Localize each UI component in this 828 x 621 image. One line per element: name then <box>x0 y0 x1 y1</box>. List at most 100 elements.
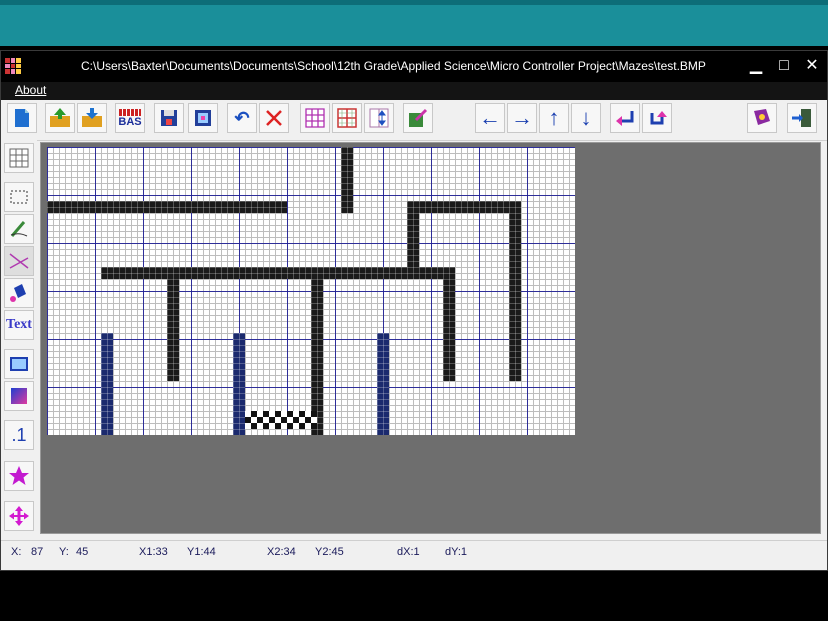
undo-button[interactable]: ↶ <box>227 103 257 133</box>
new-file-icon <box>15 109 29 127</box>
selection-rect-icon <box>10 190 28 204</box>
maze-wall <box>47 201 287 213</box>
help-book-icon <box>754 109 770 125</box>
window-title: C:\Users\Baxter\Documents\Documents\Scho… <box>81 59 706 73</box>
help-book-button[interactable] <box>747 103 777 133</box>
open-up-button[interactable] <box>45 103 75 133</box>
arrow-right-icon: → <box>511 105 533 130</box>
clear-cross-icon <box>266 110 282 126</box>
bas-label: BAS <box>118 115 142 128</box>
toolbar: BAS ↶ ← → ↑ ↓ <box>1 100 827 141</box>
move-tool[interactable] <box>4 501 34 531</box>
maze-finish <box>245 411 317 429</box>
minimize-button[interactable]: ▁ <box>745 55 767 77</box>
status-y1: Y1:44 <box>187 546 216 558</box>
menu-about[interactable]: About <box>15 83 46 97</box>
rectangle-tool[interactable] <box>4 349 34 379</box>
tool-palette: Text .1 <box>1 140 37 540</box>
edit-button[interactable] <box>403 103 433 133</box>
maze-wall <box>101 267 455 279</box>
app-icon <box>5 58 21 74</box>
maze-wall <box>407 201 521 213</box>
dot-tool[interactable]: .1 <box>4 420 34 450</box>
app-window: C:\Users\Baxter\Documents\Documents\Scho… <box>0 50 828 571</box>
select-tool[interactable] <box>4 182 34 212</box>
grid-a-button[interactable] <box>300 103 330 133</box>
status-x-label: X: <box>11 546 22 558</box>
resize-grid-icon <box>369 108 389 128</box>
maze-wall <box>311 267 323 435</box>
bas-export-button[interactable]: BAS <box>115 103 145 133</box>
star-icon <box>9 466 29 485</box>
status-x2: X2:34 <box>267 546 296 558</box>
rotate-right-icon <box>650 111 667 125</box>
maze-wall <box>233 333 245 435</box>
grid-b-button[interactable] <box>332 103 362 133</box>
grid-major-icon <box>337 108 357 128</box>
open-folder-button[interactable] <box>77 103 107 133</box>
save-b-button[interactable] <box>188 103 218 133</box>
maze-grid[interactable] <box>47 147 575 435</box>
status-y2: Y2:45 <box>315 546 344 558</box>
clear-button[interactable] <box>259 103 289 133</box>
text-tool-label: Text <box>6 317 32 332</box>
menu-bar: About <box>1 82 827 100</box>
grid-c-button[interactable] <box>364 103 394 133</box>
grid-tool[interactable] <box>4 143 34 173</box>
shift-left-button[interactable]: ← <box>475 103 505 133</box>
gradient-icon <box>11 388 27 404</box>
status-y-label: Y: <box>59 546 69 558</box>
undo-icon: ↶ <box>234 107 250 128</box>
title-bar[interactable]: C:\Users\Baxter\Documents\Documents\Scho… <box>1 51 827 82</box>
status-dy: dY:1 <box>445 546 468 558</box>
save-a-button[interactable] <box>154 103 184 133</box>
exit-door-icon <box>792 109 811 127</box>
shift-right-button[interactable]: → <box>507 103 537 133</box>
folder-up-icon <box>50 108 70 127</box>
status-y-value: 45 <box>76 546 89 558</box>
rotate-right-button[interactable] <box>642 103 672 133</box>
maze-wall <box>101 333 113 435</box>
folder-down-icon <box>82 108 102 127</box>
maze-wall <box>341 147 353 213</box>
save-as-icon <box>195 110 211 126</box>
maze-wall <box>167 267 179 381</box>
rotate-left-button[interactable] <box>610 103 640 133</box>
desktop-stripe <box>0 0 828 5</box>
pencil-icon <box>10 221 28 237</box>
close-button[interactable]: ✕ <box>801 55 823 77</box>
arrow-left-icon: ← <box>479 105 501 130</box>
freehand-tool[interactable] <box>4 214 34 244</box>
line-tool[interactable] <box>4 246 34 276</box>
dot-tool-label: .1 <box>11 424 27 445</box>
move-arrows-icon <box>9 506 29 526</box>
maze-wall <box>377 333 389 435</box>
maze-wall <box>407 201 419 273</box>
new-file-button[interactable] <box>7 103 37 133</box>
gradient-tool[interactable] <box>4 381 34 411</box>
edit-pencil-icon <box>409 108 428 127</box>
star-tool[interactable] <box>4 461 34 491</box>
arrow-up-icon: ↑ <box>548 105 560 130</box>
fill-tool[interactable] <box>4 278 34 308</box>
status-x-value: 87 <box>31 546 44 558</box>
rectangle-icon <box>10 357 28 371</box>
rotate-left-icon <box>616 111 634 126</box>
desktop-background <box>0 0 828 46</box>
maze-wall <box>509 201 521 381</box>
status-x1: X1:33 <box>139 546 168 558</box>
grid-icon <box>9 148 29 168</box>
bas-grid-icon <box>119 108 141 116</box>
status-bar: X: 87 Y: 45 X1:33 Y1:44 X2:34 Y2:45 dX:1… <box>1 540 827 563</box>
text-tool[interactable]: Text <box>4 310 34 340</box>
line-icon <box>9 253 29 269</box>
shift-up-button[interactable]: ↑ <box>539 103 569 133</box>
canvas-area[interactable] <box>40 142 821 534</box>
status-dx: dX:1 <box>397 546 420 558</box>
paint-bucket-icon <box>10 284 26 302</box>
maze-wall <box>443 267 455 381</box>
exit-button[interactable] <box>787 103 817 133</box>
arrow-down-icon: ↓ <box>580 105 592 130</box>
maximize-button[interactable]: □ <box>773 55 795 77</box>
shift-down-button[interactable]: ↓ <box>571 103 601 133</box>
